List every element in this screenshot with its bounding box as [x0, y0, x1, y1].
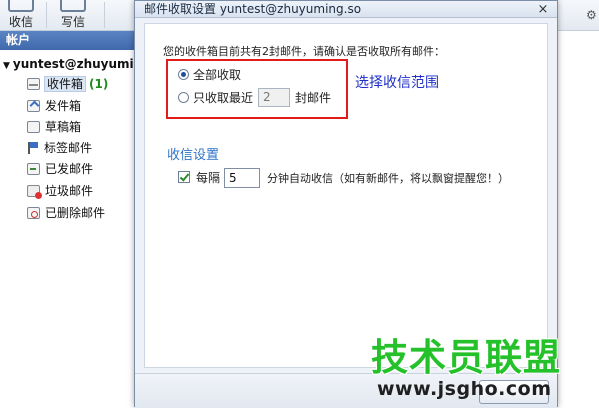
inbox-icon	[27, 78, 40, 90]
flag-icon	[27, 142, 39, 154]
interval-description: 分钟自动收信（如有新邮件，将以飘窗提醒您！）	[267, 172, 509, 185]
dialog-title: 邮件收取设置 yuntest@zhuyuming.so	[135, 1, 557, 18]
toolbar-overflow-icon[interactable]: ⚙	[586, 8, 597, 22]
compose-mail-button[interactable]: 写信	[58, 0, 88, 30]
receive-settings-heading: 收信设置	[167, 148, 220, 163]
deleted-icon	[27, 207, 40, 219]
radio-receive-all[interactable]: 全部收取	[178, 66, 241, 84]
radio-unselected-icon[interactable]	[178, 92, 189, 103]
drafts-icon	[27, 121, 40, 133]
auto-receive-checkbox[interactable]	[178, 171, 190, 183]
interval-minutes-input[interactable]: 5	[224, 168, 260, 188]
sidebar-header: 帐户	[0, 31, 150, 50]
radio-selected-icon[interactable]	[178, 69, 189, 80]
interval-label: 每隔	[196, 171, 221, 185]
sidebar-item-deleted[interactable]: 已删除邮件	[27, 203, 105, 223]
unread-count: (1)	[89, 77, 109, 91]
recent-count-input[interactable]: 2	[258, 88, 290, 107]
recent-count-unit: 封邮件	[295, 91, 332, 105]
toolbar-separator	[104, 2, 105, 28]
receive-icon	[8, 0, 34, 12]
inbox-count-message: 您的收件箱目前共有2封邮件，请确认是否收取所有邮件：	[163, 45, 445, 58]
sidebar-item-drafts[interactable]: 草稿箱	[27, 117, 81, 137]
sidebar-item-outbox[interactable]: 发件箱	[27, 96, 81, 116]
compose-icon	[60, 0, 86, 12]
annotation-label: 选择收信范围	[355, 75, 439, 91]
sidebar-item-inbox[interactable]: 收件箱 (1)	[27, 74, 108, 94]
sidebar-item-sent[interactable]: 已发邮件	[27, 159, 93, 179]
outbox-icon	[27, 100, 40, 112]
sidebar-item-flagged[interactable]: 标签邮件	[27, 138, 92, 158]
close-icon[interactable]: ×	[535, 1, 551, 18]
toolbar-separator	[46, 2, 47, 28]
watermark-logo: 技术员联盟	[371, 336, 561, 379]
sidebar-item-spam[interactable]: 垃圾邮件	[27, 181, 93, 201]
receive-mail-button[interactable]: 收信	[6, 0, 36, 30]
radio-receive-recent[interactable]: 只收取最近	[178, 89, 253, 107]
sent-icon	[27, 163, 40, 175]
spam-icon	[27, 185, 42, 199]
collapse-triangle-icon[interactable]: ▼	[3, 61, 10, 71]
watermark-url: www.jsgho.com	[377, 378, 552, 400]
